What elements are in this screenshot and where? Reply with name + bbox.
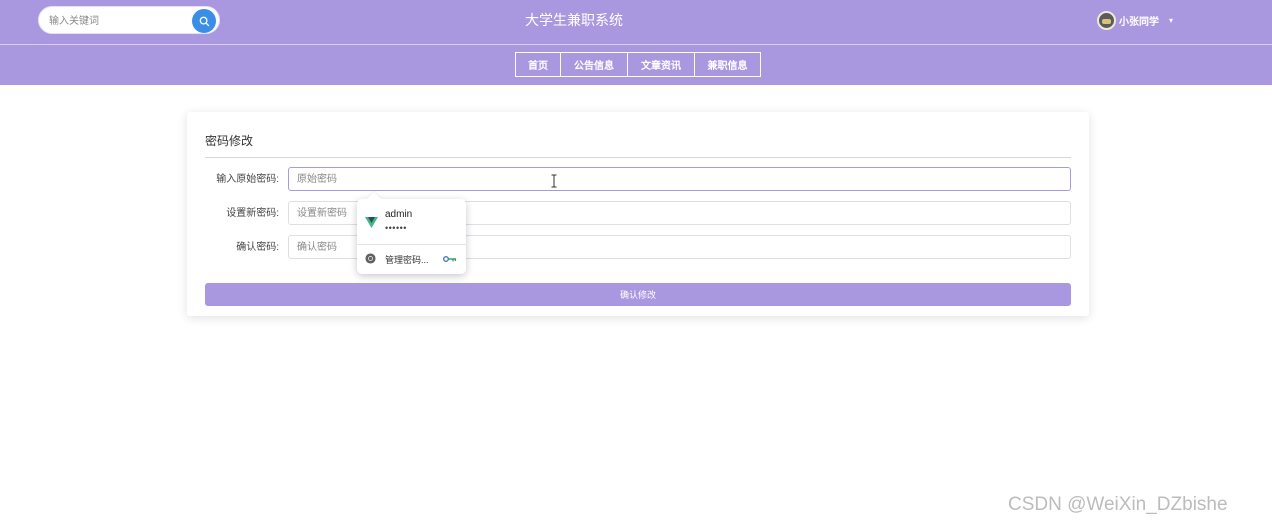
- avatar: [1097, 10, 1116, 30]
- nav-item-jobs[interactable]: 兼职信息: [695, 52, 761, 77]
- user-menu[interactable]: 小张同学 ▾: [1097, 10, 1173, 30]
- vue-logo-icon: [365, 217, 378, 228]
- nav-bar: 首页 公告信息 文章资讯 兼职信息: [0, 45, 1272, 85]
- site-title: 大学生兼职系统: [525, 12, 623, 28]
- new-password-label: 设置新密码:: [226, 208, 279, 219]
- text-cursor-icon: [551, 174, 557, 188]
- username: 小张同学: [1119, 16, 1159, 28]
- key-icon: [443, 256, 456, 262]
- password-card: 密码修改 输入原始密码: 设置新密码: 确认密码: 确认修改: [187, 112, 1089, 316]
- confirm-button[interactable]: 确认修改: [205, 283, 1071, 306]
- title-divider: [205, 157, 1071, 158]
- chevron-down-icon: ▾: [1169, 15, 1174, 25]
- saved-password-mask: ••••••: [385, 223, 407, 233]
- nav-item-articles[interactable]: 文章资讯: [628, 52, 695, 77]
- popup-divider: [357, 244, 466, 245]
- top-header: 大学生兼职系统 小张同学 ▾: [0, 0, 1272, 44]
- manage-passwords-label: 管理密码...: [385, 255, 429, 265]
- password-autofill-popup: admin •••••• 管理密码...: [357, 191, 466, 274]
- saved-credential[interactable]: admin ••••••: [357, 205, 466, 241]
- nav-item-notices[interactable]: 公告信息: [561, 52, 628, 77]
- nav-item-home[interactable]: 首页: [515, 52, 561, 77]
- card-title: 密码修改: [205, 134, 254, 148]
- confirm-password-label: 确认密码:: [236, 242, 279, 253]
- nav-menu: 首页 公告信息 文章资讯 兼职信息: [515, 52, 761, 77]
- manage-passwords[interactable]: 管理密码...: [357, 247, 466, 271]
- old-password-label: 输入原始密码:: [216, 174, 279, 185]
- saved-username: admin: [385, 209, 413, 220]
- chrome-icon: [365, 253, 376, 264]
- watermark: CSDN @WeiXin_DZbishe: [1008, 494, 1228, 515]
- old-password-input[interactable]: [288, 167, 1071, 191]
